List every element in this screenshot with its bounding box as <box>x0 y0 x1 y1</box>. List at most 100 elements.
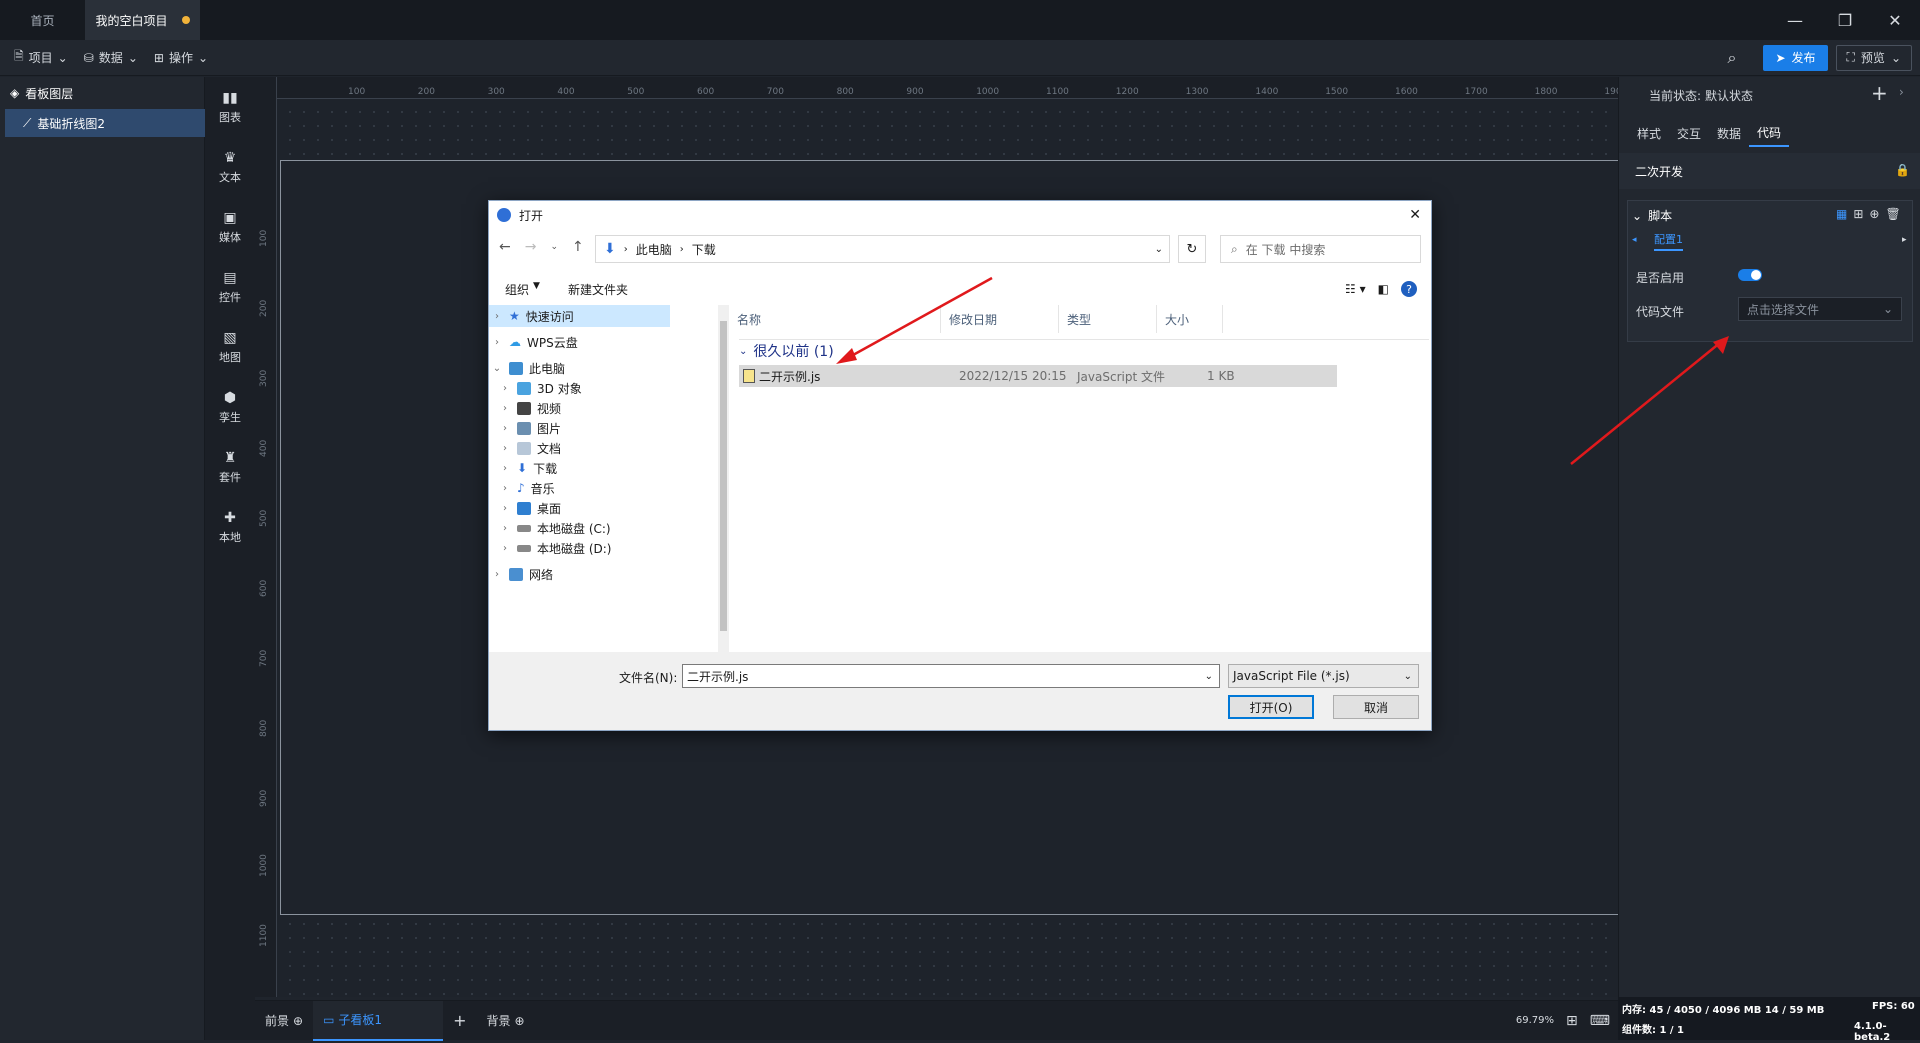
add-board-button[interactable]: + <box>443 1001 476 1041</box>
zoom-level[interactable]: 69.79% <box>1516 1015 1554 1026</box>
tab-home[interactable]: 首页 <box>0 0 85 40</box>
search-icon[interactable]: ⌕ <box>1727 48 1747 68</box>
tab-data[interactable]: 数据 <box>1709 119 1749 147</box>
nav-disk-c[interactable]: › 本地磁盘 (C:) <box>499 517 611 539</box>
rail-media[interactable]: ▣ 媒体 <box>205 197 255 257</box>
tab-board[interactable]: ▭ 子看板1 <box>313 1000 444 1041</box>
nav-documents[interactable]: › 文档 <box>499 437 561 459</box>
tab-home-label: 首页 <box>30 13 55 28</box>
tab-interaction[interactable]: 交互 <box>1669 119 1709 147</box>
chevron-right-icon[interactable]: › <box>1899 85 1904 99</box>
back-arrow-icon[interactable]: ← <box>499 239 511 255</box>
help-icon[interactable]: ? <box>1401 281 1417 297</box>
tab-config[interactable]: 配置1 <box>1654 229 1683 251</box>
js-file-icon <box>743 369 755 383</box>
open-button[interactable]: 打开(O) <box>1228 695 1314 719</box>
nav-music[interactable]: › ♪ 音乐 <box>499 477 555 499</box>
filetype-select[interactable]: JavaScript File (*.js) ⌄ <box>1228 664 1419 688</box>
nav-pictures[interactable]: › 图片 <box>499 417 561 439</box>
menu-operation-label: 操作 <box>168 51 193 65</box>
fit-screen-icon[interactable]: ⊞ <box>1566 1013 1578 1029</box>
menu-operation[interactable]: ⊞ 操作 ⌄ <box>146 40 216 76</box>
filename-input[interactable]: 二开示例.js ⌄ <box>682 664 1220 688</box>
ruler-tick-label: 700 <box>259 649 269 667</box>
close-icon[interactable]: ✕ <box>1870 11 1920 30</box>
cube-icon <box>517 381 531 395</box>
nav-desktop[interactable]: › 桌面 <box>499 497 561 519</box>
add-circle-icon[interactable]: ⊕ <box>293 1014 303 1028</box>
history-chevron-icon[interactable]: ⌄ <box>550 242 558 252</box>
layer-item[interactable]: ⟋ 基础折线图2 <box>5 109 205 137</box>
preview-button[interactable]: ⛶ 预览 ⌄ <box>1835 44 1912 71</box>
new-folder-button[interactable]: 新建文件夹 <box>568 281 628 298</box>
rail-control[interactable]: ▤ 控件 <box>205 257 255 317</box>
scroll-left-icon[interactable]: ◂ <box>1632 235 1637 245</box>
preview-pane-icon[interactable]: ◧ <box>1378 282 1389 296</box>
nav-scrollbar-thumb[interactable] <box>720 321 727 631</box>
menu-bar: 🗎 项目 ⌄ ⛁ 数据 ⌄ ⊞ 操作 ⌄ ⌕ ➤ 发布 ⛶ 预览 ⌄ <box>0 40 1920 76</box>
file-row[interactable]: 二开示例.js 2022/12/15 20:15 JavaScript 文件 1… <box>739 365 1337 387</box>
table-icon[interactable]: ⊞ <box>1853 207 1863 221</box>
rail-twin[interactable]: ⬢ 孪生 <box>205 377 255 437</box>
code-file-select[interactable]: 点击选择文件 ⌄ <box>1738 297 1902 321</box>
forward-arrow-icon[interactable]: → <box>525 239 537 255</box>
column-type[interactable]: 类型 <box>1059 305 1157 333</box>
chevron-down-icon: ⌄ <box>739 345 748 357</box>
ruler-tick-label: 200 <box>259 299 269 317</box>
organize-button[interactable]: 组织 ▼ <box>505 281 540 298</box>
lock-icon[interactable]: 🔒 <box>1895 163 1910 177</box>
trash-icon[interactable]: 🗑 <box>1885 207 1900 221</box>
filetype-value: JavaScript File (*.js) <box>1233 669 1350 683</box>
tab-bar: 首页 我的空白项目 — ❐ ✕ <box>0 0 1920 40</box>
nav-disk-d[interactable]: › 本地磁盘 (D:) <box>499 537 611 559</box>
rail-map[interactable]: ▧ 地图 <box>205 317 255 377</box>
column-name[interactable]: 名称 <box>729 305 941 333</box>
tab-code[interactable]: 代码 <box>1749 119 1790 147</box>
nav-quick-access[interactable]: › ★ 快速访问 <box>489 305 670 327</box>
add-state-icon[interactable]: + <box>1871 81 1888 105</box>
add-circle-icon[interactable]: ⊕ <box>1869 207 1879 221</box>
dialog-close-icon[interactable]: ✕ <box>1409 207 1421 223</box>
column-date[interactable]: 修改日期 <box>941 305 1059 333</box>
address-bar[interactable]: ⬇ › 此电脑 › 下载 ⌄ <box>595 235 1170 263</box>
breadcrumb-pc[interactable]: 此电脑 <box>636 241 672 258</box>
search-box[interactable]: ⌕ 在 下载 中搜索 <box>1220 235 1421 263</box>
rail-kit-label: 套件 <box>219 470 241 484</box>
keyboard-icon[interactable]: ⌨ <box>1590 1013 1610 1029</box>
view-options-icon[interactable]: ☷ ▾ <box>1345 282 1366 296</box>
rail-text[interactable]: ♛ 文本 <box>205 137 255 197</box>
menu-data[interactable]: ⛁ 数据 ⌄ <box>76 40 146 76</box>
breadcrumb-downloads[interactable]: 下载 <box>692 241 716 258</box>
rail-chart[interactable]: ▮▮ 图表 <box>205 77 255 137</box>
cancel-button[interactable]: 取消 <box>1333 695 1419 719</box>
drive-icon <box>517 544 531 552</box>
nav-videos[interactable]: › 视频 <box>499 397 561 419</box>
restore-icon[interactable]: ❐ <box>1820 11 1870 30</box>
script-header[interactable]: ⌄ 脚本 <box>1632 207 1672 224</box>
file-type: JavaScript 文件 <box>1077 369 1165 384</box>
tab-style[interactable]: 样式 <box>1629 119 1669 147</box>
nav-this-pc[interactable]: ⌄ 此电脑 <box>491 357 565 379</box>
tab-project[interactable]: 我的空白项目 <box>85 0 200 40</box>
ruler-tick-label: 1000 <box>976 87 1000 97</box>
nav-downloads[interactable]: › ⬇ 下载 <box>499 457 557 479</box>
address-dropdown-icon[interactable]: ⌄ <box>1155 244 1163 255</box>
nav-3d[interactable]: › 3D 对象 <box>499 377 582 399</box>
add-circle-icon[interactable]: ⊕ <box>515 1014 525 1028</box>
tab-background[interactable]: 背景 ⊕ <box>476 1001 534 1041</box>
enable-toggle[interactable] <box>1738 269 1762 281</box>
up-arrow-icon[interactable]: ↑ <box>572 239 584 255</box>
minimize-icon[interactable]: — <box>1770 11 1820 30</box>
refresh-icon[interactable]: ↻ <box>1178 235 1206 263</box>
scroll-right-icon[interactable]: ▸ <box>1902 235 1907 245</box>
rail-kit[interactable]: ♜ 套件 <box>205 437 255 497</box>
rail-local[interactable]: ✚ 本地 <box>205 497 255 557</box>
tab-foreground[interactable]: 前景 ⊕ <box>255 1001 313 1041</box>
publish-button[interactable]: ➤ 发布 <box>1763 44 1828 71</box>
group-header[interactable]: ⌄ 很久以前 (1) <box>739 341 834 361</box>
nav-wps[interactable]: › ☁ WPS云盘 <box>491 331 578 353</box>
menu-project[interactable]: 🗎 项目 ⌄ <box>6 40 76 76</box>
nav-network[interactable]: › 网络 <box>491 563 553 585</box>
layout-icon[interactable]: ▦ <box>1836 207 1847 221</box>
column-size[interactable]: 大小 <box>1157 305 1223 333</box>
